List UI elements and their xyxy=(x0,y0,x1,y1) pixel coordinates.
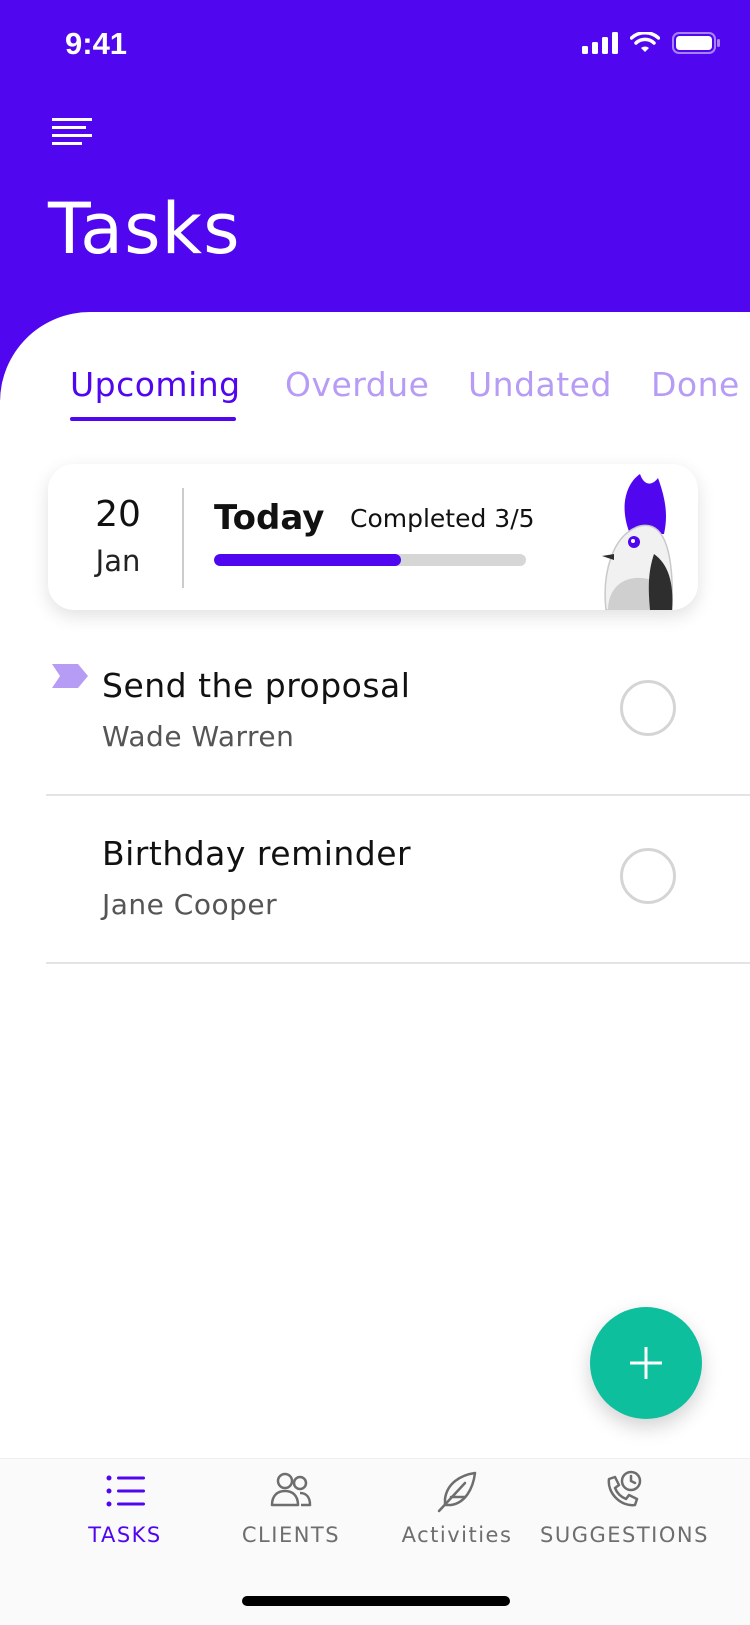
task-title: Birthday reminder xyxy=(102,834,412,873)
status-icons xyxy=(582,32,720,54)
today-summary-card: 20 Jan Today Completed 3/5 xyxy=(48,464,698,610)
phone-clock-icon xyxy=(607,1470,642,1507)
today-label: Today xyxy=(214,498,325,538)
tab-done[interactable]: Done xyxy=(651,365,740,404)
nav-activities[interactable]: Activities xyxy=(374,1469,540,1569)
progress-bar xyxy=(214,554,526,566)
plus-icon xyxy=(630,1347,662,1379)
feather-icon xyxy=(437,1471,477,1513)
task-client: Wade Warren xyxy=(102,720,295,753)
users-icon xyxy=(270,1472,312,1507)
nav-suggestions-label: SUGGESTIONS xyxy=(540,1523,709,1547)
tab-undated[interactable]: Undated xyxy=(468,365,612,404)
nav-tasks-label: TASKS xyxy=(88,1523,162,1547)
task-row[interactable]: Send the proposal Wade Warren xyxy=(46,628,750,796)
date-day: 20 xyxy=(95,494,141,535)
task-title: Send the proposal xyxy=(102,666,411,705)
active-tab-indicator xyxy=(70,417,236,421)
status-time: 9:41 xyxy=(65,26,128,61)
home-indicator xyxy=(242,1596,510,1606)
nav-clients[interactable]: CLIENTS xyxy=(208,1469,374,1569)
menu-icon[interactable] xyxy=(52,116,92,148)
task-client: Jane Cooper xyxy=(102,888,278,921)
task-row[interactable]: Birthday reminder Jane Cooper xyxy=(46,796,750,964)
add-task-button[interactable] xyxy=(590,1307,702,1419)
task-complete-checkbox[interactable] xyxy=(620,848,676,904)
nav-activities-label: Activities xyxy=(401,1523,513,1547)
wifi-icon xyxy=(630,32,660,52)
nav-clients-label: CLIENTS xyxy=(241,1523,341,1547)
bird-illustration xyxy=(602,474,674,610)
progress-fill xyxy=(214,554,402,566)
date-month: Jan xyxy=(95,544,141,578)
nav-suggestions[interactable]: SUGGESTIONS xyxy=(540,1469,709,1569)
task-complete-checkbox[interactable] xyxy=(620,680,676,736)
battery-icon xyxy=(672,32,720,54)
filter-tabs: Upcoming Overdue Undated Done xyxy=(0,365,750,425)
priority-flag-icon xyxy=(52,664,88,688)
signal-icon xyxy=(582,32,618,54)
tab-overdue[interactable]: Overdue xyxy=(285,365,429,404)
list-icon xyxy=(106,1475,145,1507)
page-title: Tasks xyxy=(48,188,241,270)
tab-upcoming[interactable]: Upcoming xyxy=(70,365,241,404)
card-divider xyxy=(182,488,184,588)
nav-tasks[interactable]: TASKS xyxy=(42,1469,208,1569)
completed-count: Completed 3/5 xyxy=(350,504,535,533)
